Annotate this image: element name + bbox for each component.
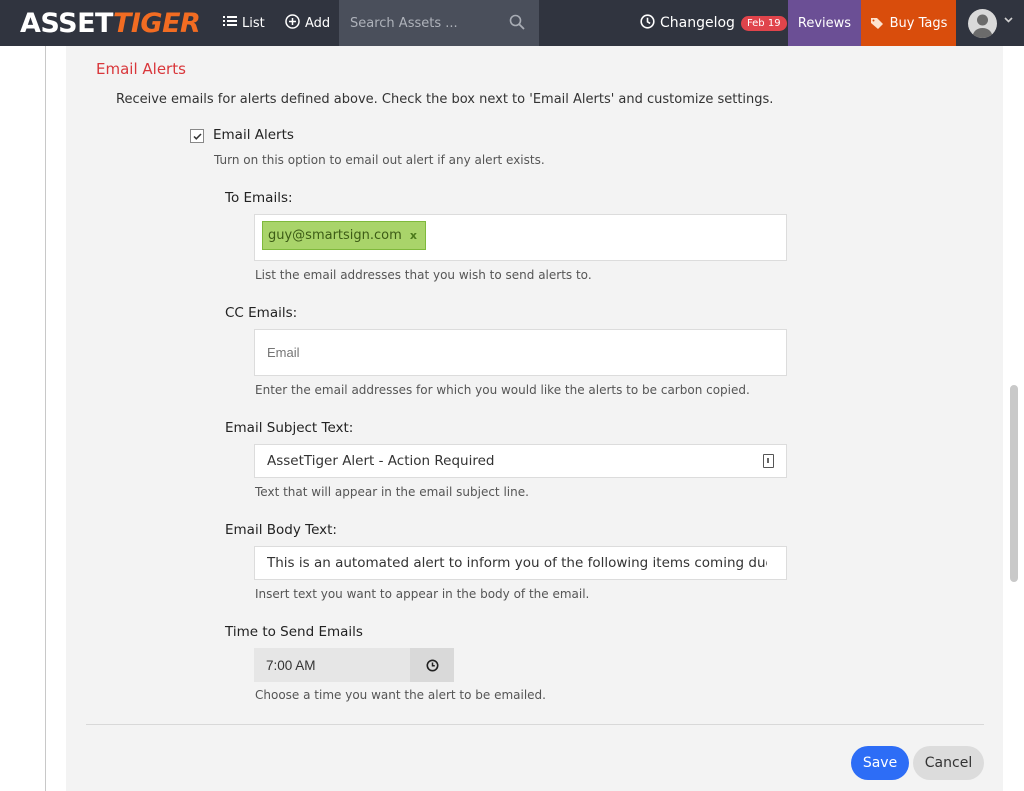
remove-tag-icon[interactable]: x	[410, 229, 417, 242]
logo-tiger-text: TIGER	[112, 7, 201, 39]
to-emails-help: List the email addresses that you wish t…	[255, 268, 592, 282]
password-manager-icon[interactable]	[763, 454, 774, 468]
nav-list-label: List	[242, 15, 265, 31]
time-label: Time to Send Emails	[225, 624, 363, 640]
search-icon[interactable]	[509, 14, 525, 30]
email-alerts-checkbox-label[interactable]: Email Alerts	[213, 127, 294, 143]
body-input[interactable]	[267, 547, 767, 579]
time-picker	[254, 648, 454, 682]
left-border-line	[45, 46, 46, 791]
assettiger-logo[interactable]: ASSET TIGER	[20, 6, 201, 40]
body-help: Insert text you want to appear in the bo…	[255, 587, 590, 601]
cc-emails-input[interactable]	[267, 330, 747, 375]
list-icon	[223, 15, 237, 31]
time-picker-button[interactable]	[410, 648, 454, 682]
subject-field	[254, 444, 787, 478]
search-input[interactable]	[350, 15, 500, 31]
nav-buy-tags-button[interactable]: Buy Tags	[861, 0, 956, 46]
nav-changelog-label: Changelog	[660, 15, 735, 31]
nav-add-link[interactable]: Add	[285, 0, 330, 46]
cc-emails-help: Enter the email addresses for which you …	[255, 383, 750, 397]
logo-asset-text: ASSET	[20, 7, 113, 39]
checkmark-icon	[193, 133, 202, 140]
user-silhouette-icon	[972, 14, 993, 38]
clock-icon	[640, 13, 655, 33]
save-button[interactable]: Save	[851, 746, 909, 780]
chevron-down-icon[interactable]	[1004, 15, 1013, 26]
page-scrollbar[interactable]	[1010, 385, 1018, 582]
cc-emails-label: CC Emails:	[225, 305, 298, 321]
changelog-date-badge: Feb 19	[740, 15, 787, 31]
section-description: Receive emails for alerts defined above.…	[116, 92, 774, 107]
search-box	[339, 0, 539, 46]
nav-list-link[interactable]: List	[223, 0, 265, 46]
cancel-button[interactable]: Cancel	[913, 746, 984, 780]
to-emails-field[interactable]: guy@smartsign.com x	[254, 214, 787, 261]
section-title: Email Alerts	[96, 60, 186, 78]
email-tag: guy@smartsign.com x	[262, 221, 426, 250]
top-navbar: ASSETTIGER List Add Changelog Feb 19 Rev…	[0, 0, 1024, 46]
nav-changelog-link[interactable]: Changelog Feb 19	[640, 0, 787, 46]
to-emails-label: To Emails:	[225, 190, 293, 206]
user-avatar[interactable]	[968, 9, 997, 38]
subject-label: Email Subject Text:	[225, 420, 354, 436]
email-alerts-checkbox[interactable]	[190, 129, 204, 143]
nav-add-label: Add	[305, 15, 331, 31]
nav-buy-tags-label: Buy Tags	[889, 15, 948, 31]
body-field	[254, 546, 787, 580]
email-alerts-help: Turn on this option to email out alert i…	[214, 153, 545, 167]
time-help: Choose a time you want the alert to be e…	[255, 688, 546, 702]
clock-icon	[426, 659, 438, 671]
cc-emails-field	[254, 329, 787, 376]
email-tag-text: guy@smartsign.com	[268, 228, 402, 243]
body-label: Email Body Text:	[225, 522, 337, 538]
actions-divider	[86, 724, 984, 725]
time-input[interactable]	[266, 648, 406, 682]
nav-reviews-label: Reviews	[797, 15, 852, 31]
subject-input[interactable]	[267, 445, 767, 477]
nav-reviews-button[interactable]: Reviews	[788, 0, 861, 46]
subject-help: Text that will appear in the email subje…	[255, 485, 529, 499]
plus-circle-icon	[285, 13, 300, 33]
tag-icon	[870, 17, 885, 30]
